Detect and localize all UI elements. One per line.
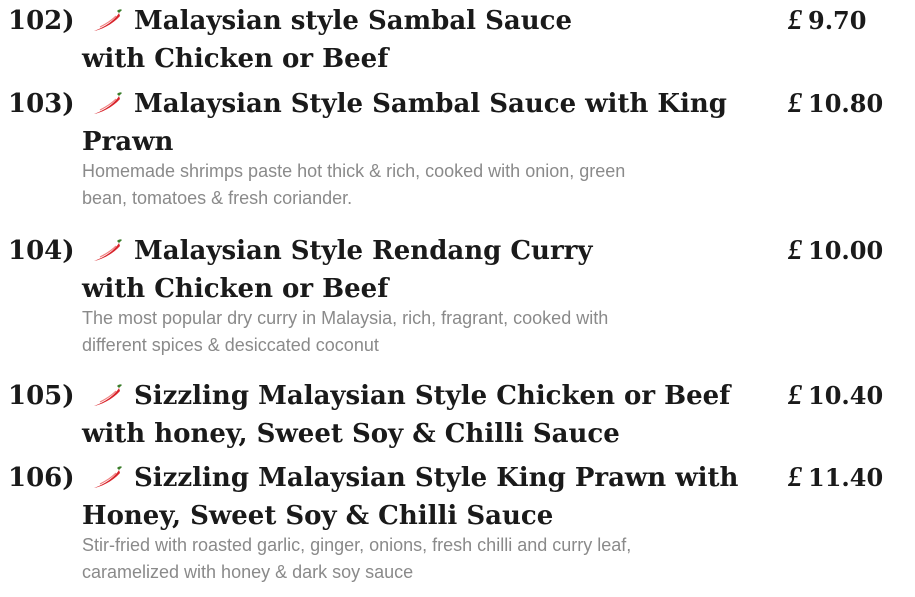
item-description-line2: caramelized with honey & dark soy sauce [82,562,414,582]
item-title-line2: Prawn [82,127,174,157]
item-description-line2: different spices & desiccated coconut [82,335,379,355]
item-price: £10.80 [788,85,883,123]
item-description: Homemade shrimps paste hot thick & rich,… [82,158,782,212]
item-title: Sizzling Malaysian Style Chicken or Beef… [82,377,731,453]
currency-symbol: £ [788,462,802,493]
item-description: The most popular dry curry in Malaysia, … [82,305,782,359]
item-number: 105) [8,381,75,411]
price-value: 11.40 [808,463,884,492]
item-title-line1: Sizzling Malaysian Style Chicken or Beef [134,381,731,411]
item-title-line2: with Chicken or Beef [82,44,389,74]
currency-symbol: £ [788,380,802,411]
menu-item-104: 104) Malaysian Style Rendang Curry with … [0,232,915,367]
menu-item-102: 102) Malaysian style Sambal Sauce with C… [0,2,915,74]
item-title: Sizzling Malaysian Style King Prawn with… [82,459,739,535]
item-number: 104) [8,236,75,266]
item-price: £9.70 [788,2,866,40]
price-value: 10.80 [808,89,884,118]
item-title-line2: with Chicken or Beef [82,274,389,304]
item-title: Malaysian style Sambal Sauce with Chicke… [82,2,722,78]
item-title-line2: Honey, Sweet Soy & Chilli Sauce [82,501,554,531]
item-title-line1: Malaysian style Sambal Sauce [134,6,572,36]
item-description-line1: Stir-fried with roasted garlic, ginger, … [82,535,632,555]
item-price: £10.40 [788,377,883,415]
item-number: 106) [8,463,75,493]
item-title-line1: Malaysian Style Rendang Curry [134,236,593,266]
item-title-line2: with honey, Sweet Soy & Chilli Sauce [82,419,620,449]
price-value: 10.40 [808,381,884,410]
price-value: 9.70 [808,6,867,35]
item-price: £11.40 [788,459,883,497]
item-number: 102) [8,6,75,36]
price-value: 10.00 [808,236,884,265]
currency-symbol: £ [788,5,802,36]
menu-item-105: 105) Sizzling Malaysian Style Chicken or… [0,377,915,449]
menu-item-103: 103) Malaysian Style Sambal Sauce with K… [0,85,915,220]
item-title: Malaysian Style Rendang Curry with Chick… [82,232,722,308]
item-title: Malaysian Style Sambal Sauce with King P… [82,85,727,161]
menu-item-106: 106) Sizzling Malaysian Style King Prawn… [0,459,915,594]
item-description-line2: bean, tomatoes & fresh coriander. [82,188,353,208]
item-description: Stir-fried with roasted garlic, ginger, … [82,532,782,586]
item-price: £10.00 [788,232,883,270]
item-description-line1: Homemade shrimps paste hot thick & rich,… [82,161,626,181]
item-title-line1: Sizzling Malaysian Style King Prawn with [134,463,739,493]
item-description-line1: The most popular dry curry in Malaysia, … [82,308,609,328]
item-title-line1: Malaysian Style Sambal Sauce with King [134,89,727,119]
item-number: 103) [8,89,75,119]
currency-symbol: £ [788,88,802,119]
currency-symbol: £ [788,235,802,266]
